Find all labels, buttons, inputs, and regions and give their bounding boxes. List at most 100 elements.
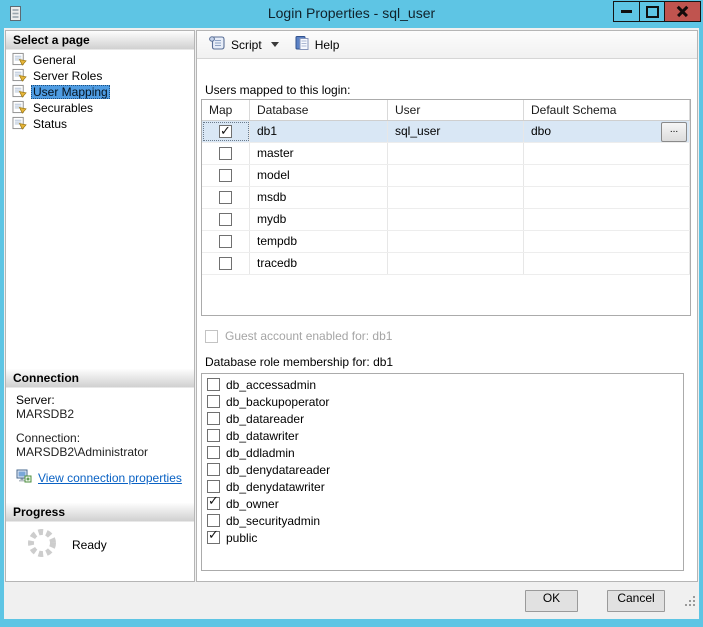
table-row-master[interactable]: master <box>202 143 690 165</box>
map-checkbox[interactable] <box>219 122 232 142</box>
map-checkbox[interactable] <box>219 147 232 160</box>
script-button[interactable]: Script <box>204 33 287 56</box>
user-cell[interactable] <box>388 231 524 252</box>
role-item-db-datareader[interactable]: db_datareader <box>205 410 683 427</box>
cancel-button[interactable]: Cancel <box>607 590 665 612</box>
sidebar-item-user-mapping[interactable]: User Mapping <box>6 84 194 100</box>
browse-schema-button[interactable]: ... <box>661 122 687 142</box>
guest-account-checkbox[interactable] <box>205 329 218 343</box>
default-schema-cell[interactable] <box>524 209 690 230</box>
map-checkbox[interactable] <box>219 257 232 270</box>
database-cell[interactable]: tempdb <box>250 231 388 252</box>
chevron-down-icon <box>270 42 279 47</box>
help-button[interactable]: Help <box>290 33 344 56</box>
window-controls <box>613 1 701 22</box>
role-checkbox[interactable] <box>207 395 220 408</box>
database-cell[interactable]: tracedb <box>250 253 388 274</box>
user-cell[interactable] <box>388 143 524 164</box>
role-membership-label: Database role membership for: db1 <box>205 355 394 369</box>
role-item-db-owner[interactable]: db_owner <box>205 494 683 512</box>
database-cell[interactable]: model <box>250 165 388 186</box>
default-schema-cell[interactable]: dbo... <box>524 121 690 142</box>
role-item-public[interactable]: public <box>205 528 683 546</box>
titlebar[interactable]: Login Properties - sql_user <box>0 0 703 28</box>
default-schema-cell[interactable] <box>524 187 690 208</box>
role-item-db-ddladmin[interactable]: db_ddladmin <box>205 444 683 461</box>
table-row-model[interactable]: model <box>202 165 690 187</box>
maximize-button[interactable] <box>639 1 665 22</box>
database-cell[interactable]: master <box>250 143 388 164</box>
database-cell[interactable]: mydb <box>250 209 388 230</box>
role-label: db_ddladmin <box>226 445 295 460</box>
role-membership-list[interactable]: db_accessadmin db_backupoperator db_data… <box>201 373 684 571</box>
table-row-tracedb[interactable]: tracedb <box>202 253 690 275</box>
sidebar: Select a page General Server Roles User … <box>5 30 195 582</box>
sidebar-item-label: Status <box>33 117 68 131</box>
role-checkbox[interactable] <box>207 429 220 442</box>
column-header-default-schema[interactable]: Default Schema <box>524 100 690 120</box>
toolbar: Script Help <box>197 31 697 59</box>
role-checkbox[interactable] <box>207 412 220 425</box>
default-schema-cell[interactable] <box>524 143 690 164</box>
map-checkbox[interactable] <box>219 191 232 204</box>
map-cell <box>202 231 250 252</box>
progress-status: Ready <box>26 527 107 562</box>
table-row-mydb[interactable]: mydb <box>202 209 690 231</box>
page-icon <box>12 84 27 101</box>
server-value: MARSDB2 <box>16 407 75 421</box>
user-cell[interactable] <box>388 209 524 230</box>
column-header-database[interactable]: Database <box>250 100 388 120</box>
role-checkbox[interactable] <box>207 446 220 459</box>
map-checkbox[interactable] <box>219 213 232 226</box>
user-mapping-table: Map Database User Default Schema db1 sql… <box>201 99 691 316</box>
script-button-label: Script <box>231 37 262 52</box>
dialog-body: Select a page General Server Roles User … <box>4 28 699 619</box>
map-cell <box>202 165 250 186</box>
column-header-map[interactable]: Map <box>202 100 250 120</box>
role-item-db-backupoperator[interactable]: db_backupoperator <box>205 393 683 410</box>
user-cell[interactable] <box>388 253 524 274</box>
table-row-msdb[interactable]: msdb <box>202 187 690 209</box>
map-cell <box>202 253 250 274</box>
resize-grip-icon[interactable] <box>685 596 696 610</box>
user-cell[interactable]: sql_user <box>388 121 524 142</box>
database-cell[interactable]: db1 <box>250 121 388 142</box>
sidebar-item-general[interactable]: General <box>6 52 194 68</box>
role-checkbox[interactable] <box>207 514 220 527</box>
close-button[interactable] <box>664 1 701 22</box>
progress-status-label: Ready <box>72 537 107 552</box>
user-cell[interactable] <box>388 187 524 208</box>
map-checkbox[interactable] <box>219 235 232 248</box>
default-schema-cell[interactable] <box>524 253 690 274</box>
default-schema-cell[interactable] <box>524 231 690 252</box>
table-row-tempdb[interactable]: tempdb <box>202 231 690 253</box>
table-row-db1[interactable]: db1 sql_user dbo... <box>202 121 690 143</box>
view-connection-properties-link[interactable]: View connection properties <box>16 469 182 487</box>
role-label: public <box>226 530 258 545</box>
role-label: db_owner <box>226 496 279 511</box>
window-title: Login Properties - sql_user <box>267 5 436 21</box>
ok-button[interactable]: OK <box>525 590 578 612</box>
map-checkbox[interactable] <box>219 169 232 182</box>
sidebar-item-status[interactable]: Status <box>6 116 194 132</box>
minimize-button[interactable] <box>613 1 640 22</box>
database-cell[interactable]: msdb <box>250 187 388 208</box>
role-item-db-securityadmin[interactable]: db_securityadmin <box>205 512 683 529</box>
role-item-db-denydatawriter[interactable]: db_denydatawriter <box>205 478 683 495</box>
role-checkbox[interactable] <box>207 378 220 391</box>
default-schema-cell[interactable] <box>524 165 690 186</box>
role-checkbox[interactable] <box>207 463 220 476</box>
role-item-db-datawriter[interactable]: db_datawriter <box>205 427 683 444</box>
column-header-user[interactable]: User <box>388 100 524 120</box>
page-icon <box>12 116 27 133</box>
sidebar-item-server-roles[interactable]: Server Roles <box>6 68 194 84</box>
sidebar-item-securables[interactable]: Securables <box>6 100 194 116</box>
role-label: db_accessadmin <box>226 377 317 392</box>
computer-icon <box>16 469 32 487</box>
role-item-db-denydatareader[interactable]: db_denydatareader <box>205 461 683 478</box>
role-checkbox[interactable] <box>207 480 220 493</box>
role-checkbox[interactable] <box>207 494 220 510</box>
role-checkbox[interactable] <box>207 528 220 544</box>
role-item-db-accessadmin[interactable]: db_accessadmin <box>205 376 683 393</box>
user-cell[interactable] <box>388 165 524 186</box>
